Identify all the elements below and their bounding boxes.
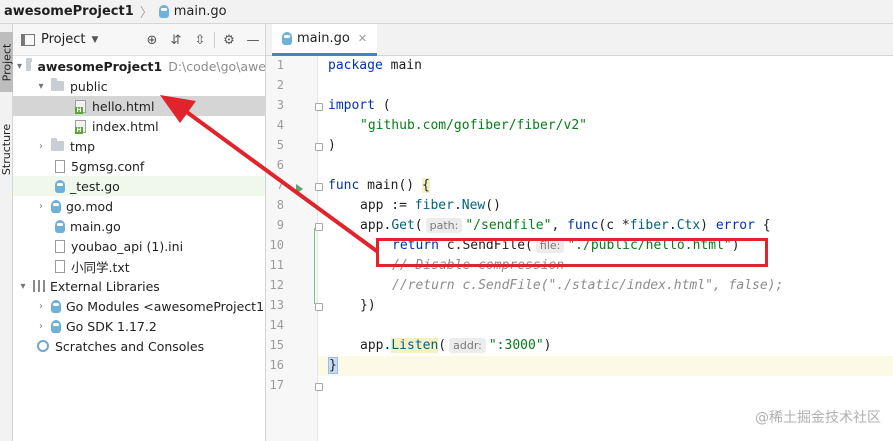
watermark: @稀土掘金技术社区 [755,410,881,426]
annotation-arrow [160,95,380,254]
arrow-shaft [182,108,380,254]
arrow-head [160,95,196,123]
